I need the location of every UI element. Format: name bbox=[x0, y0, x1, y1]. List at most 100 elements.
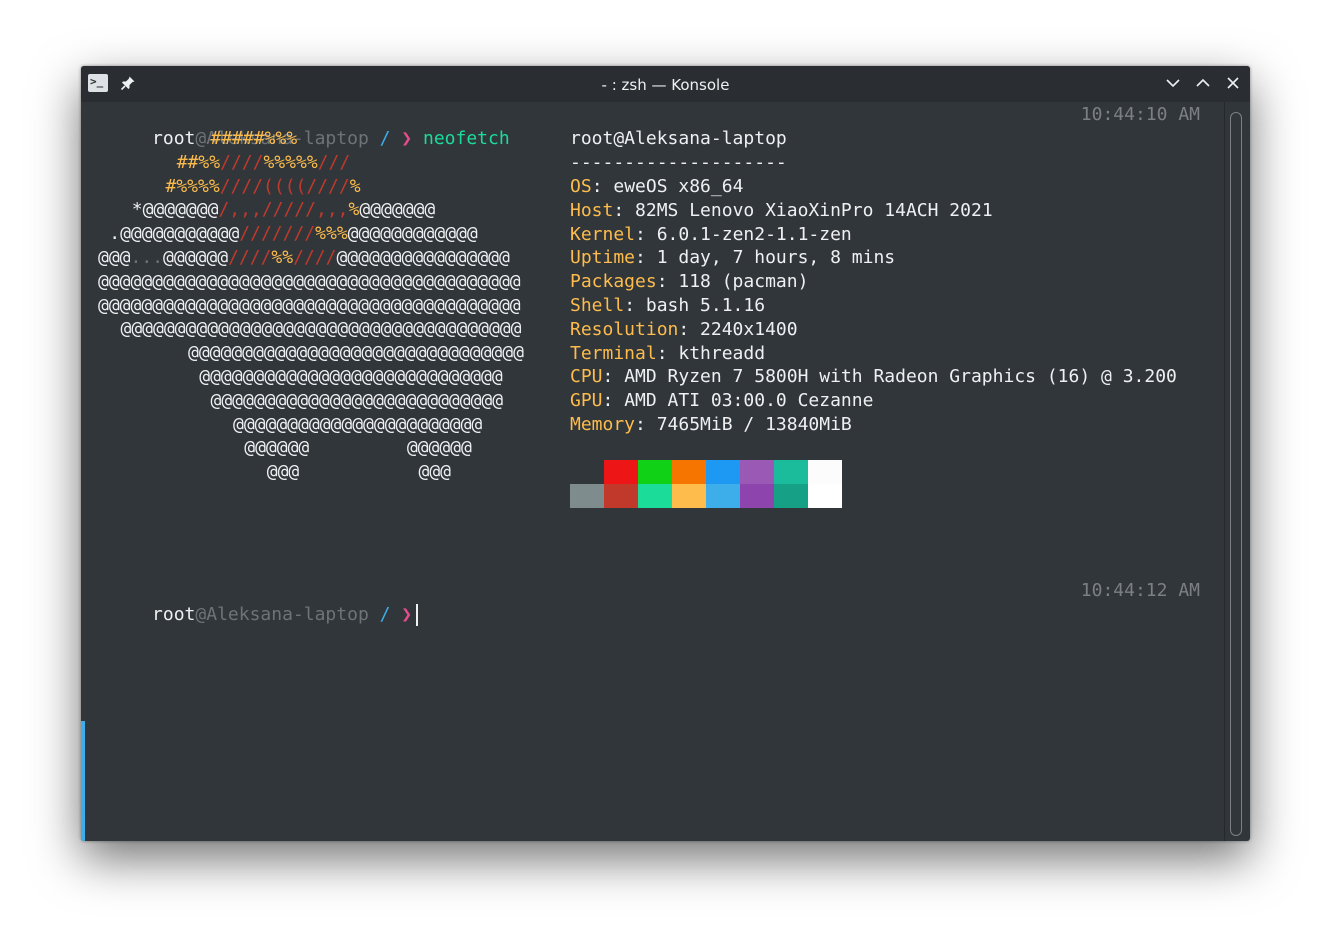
logo-line: @@@@@@@@@@@@@@@@@@@@@@@@@@@@@@@@@@@@@ bbox=[121, 317, 522, 341]
color-palette bbox=[570, 460, 842, 508]
pin-icon[interactable] bbox=[118, 73, 138, 93]
logo-segment: % bbox=[348, 199, 360, 221]
color-swatch bbox=[604, 460, 638, 484]
logo-segment: //// bbox=[228, 247, 272, 268]
info-user-host: root@Aleksana-laptop bbox=[570, 128, 787, 149]
prompt-host: @Aleksana-laptop bbox=[195, 604, 369, 625]
info-field-value: : 82MS Lenovo XiaoXinPro 14ACH 2021 bbox=[613, 199, 993, 221]
color-swatch bbox=[570, 484, 604, 508]
color-swatch bbox=[672, 484, 706, 508]
color-swatch bbox=[570, 460, 604, 484]
logo-segment: @@@ bbox=[418, 461, 451, 483]
logo-segment: @@@@@@ bbox=[244, 437, 310, 459]
info-field-label: Resolution bbox=[570, 318, 679, 340]
minimize-button[interactable] bbox=[1163, 73, 1183, 93]
info-field: GPU: AMD ATI 03:00.0 Cezanne bbox=[570, 389, 873, 413]
close-icon bbox=[1227, 77, 1239, 89]
info-field-label: Terminal bbox=[570, 342, 657, 364]
info-field-label: Memory bbox=[570, 414, 636, 435]
logo-line: #####%%% bbox=[211, 127, 298, 151]
info-field-value: : eweOS x86_64 bbox=[591, 176, 744, 197]
prompt-command: neofetch bbox=[422, 128, 510, 149]
info-field: Shell: bash 5.1.16 bbox=[570, 294, 765, 318]
info-separator: -------------------- bbox=[570, 152, 787, 173]
info-field-label: Uptime bbox=[570, 247, 636, 269]
logo-line: @@@ @@@ bbox=[267, 460, 451, 484]
palette-row-bright bbox=[570, 484, 842, 508]
info-field: Packages: 118 (pacman) bbox=[570, 270, 808, 294]
logo-line: @@@@@@@@@@@@@@@@@@@@@@@@@@@@ bbox=[199, 365, 502, 389]
logo-segment: @@@@@@@@@@@@@@@@@@@@@@@@@@@@@@@ bbox=[188, 342, 524, 364]
logo-segment: %% bbox=[271, 247, 294, 268]
prompt-timestamp: 10:44:10 AM bbox=[1080, 104, 1200, 125]
prompt-arrow: ❯ bbox=[401, 604, 413, 625]
title-bar[interactable]: - : zsh — Konsole >_ bbox=[81, 66, 1250, 102]
logo-segment bbox=[309, 437, 407, 458]
logo-segment: @@@ bbox=[98, 247, 131, 268]
prompt-arrow: ❯ bbox=[401, 128, 423, 149]
logo-segment: @@@@@@@@@@@@@@@@@@@@@@@ bbox=[233, 413, 483, 435]
info-field: Resolution: 2240x1400 bbox=[570, 318, 798, 342]
prompt-cwd: / bbox=[368, 604, 402, 625]
logo-line: @@@@@@@@@@@@@@@@@@@@@@@@@@@@@@@@@@@@@@@ bbox=[98, 294, 521, 318]
logo-segment: @@@@@@@@@@@@@@@@@@@@@@@@@@@ bbox=[210, 389, 504, 411]
logo-segment: @@@@@@ bbox=[163, 247, 229, 268]
color-swatch bbox=[638, 484, 672, 508]
color-swatch bbox=[638, 460, 672, 484]
logo-segment: @@@@@@@@@@@@@@@@@@@@@@@@@@@@ bbox=[199, 366, 503, 387]
logo-segment: /////// bbox=[239, 223, 316, 245]
maximize-button[interactable] bbox=[1193, 73, 1213, 93]
window-title: - : zsh — Konsole bbox=[601, 76, 730, 94]
logo-line: *@@@@@@@/,,,/////,,,%@@@@@@@ bbox=[132, 198, 435, 222]
logo-segment: ... bbox=[130, 247, 164, 268]
logo-segment: @@@ bbox=[266, 461, 300, 483]
info-field-value: : 6.0.1-zen2-1.1-zen bbox=[635, 223, 852, 245]
search-highlight-marker bbox=[81, 721, 85, 841]
logo-segment: @@@@@@@@@@@@@@@@@@@@@@@@@@@@@@@@@@@@@@@ bbox=[98, 294, 521, 316]
color-swatch bbox=[672, 460, 706, 484]
terminal-area[interactable]: root@Aleksana-laptop / ❯ neofetch 10:44:… bbox=[81, 102, 1224, 841]
logo-segment: /// bbox=[317, 151, 351, 173]
color-swatch bbox=[706, 460, 740, 484]
logo-line: #%%%%////((((////% bbox=[166, 175, 361, 199]
prompt-line: root@Aleksana-laptop / ❯ neofetch bbox=[87, 103, 510, 149]
info-field: OS: eweOS x86_64 bbox=[570, 175, 743, 199]
prompt-user: root bbox=[152, 128, 196, 149]
logo-segment: #####%%% bbox=[210, 128, 298, 149]
logo-segment: %%%%% bbox=[263, 151, 318, 173]
logo-line: @@@@@@@@@@@@@@@@@@@@@@@@@@@ bbox=[211, 389, 504, 413]
color-swatch bbox=[706, 484, 740, 508]
info-field-label: Host bbox=[570, 199, 614, 221]
info-field-value: : 118 (pacman) bbox=[656, 271, 809, 293]
color-swatch bbox=[740, 484, 774, 508]
color-swatch bbox=[774, 460, 808, 484]
terminal-prompt-icon: >_ bbox=[90, 75, 104, 88]
prompt-timestamp: 10:44:12 AM bbox=[1080, 580, 1200, 601]
logo-line: @@@@@@@@@@@@@@@@@@@@@@@@@@@@@@@@@@@@@@@ bbox=[98, 270, 521, 294]
info-field-value: : 1 day, 7 hours, 8 mins bbox=[635, 247, 896, 269]
info-field: Uptime: 1 day, 7 hours, 8 mins bbox=[570, 246, 895, 270]
logo-segment: @@@@@@@@@@@@@@@@@@@@@@@@@@@@@@@@@@@@@@@ bbox=[98, 270, 521, 292]
color-swatch bbox=[774, 484, 808, 508]
prompt-line-current: root@Aleksana-laptop / ❯ bbox=[87, 579, 419, 626]
close-button[interactable] bbox=[1223, 73, 1243, 93]
info-field: CPU: AMD Ryzen 7 5800H with Radeon Graph… bbox=[570, 365, 1177, 389]
konsole-window: - : zsh — Konsole >_ root@Aleksana-lapto… bbox=[81, 66, 1250, 841]
info-field: Terminal: kthreadd bbox=[570, 342, 765, 366]
color-swatch bbox=[808, 484, 842, 508]
info-field-label: GPU bbox=[570, 390, 603, 412]
text-cursor bbox=[416, 604, 419, 626]
chevron-down-icon bbox=[1166, 79, 1180, 88]
info-field-label: Packages bbox=[570, 271, 657, 293]
info-field-label: Kernel bbox=[570, 223, 636, 245]
konsole-app-icon[interactable]: >_ bbox=[88, 74, 108, 92]
logo-segment: .@@@@@@@@@@@ bbox=[109, 223, 240, 245]
logo-segment: //// bbox=[293, 247, 337, 268]
logo-segment: @@@@@@@ bbox=[359, 199, 436, 221]
info-field-label: CPU bbox=[570, 366, 603, 388]
logo-segment: @@@@@@@@@@@@@@@@@@@@@@@@@@@@@@@@@@@@@ bbox=[120, 318, 522, 340]
scrollbar[interactable] bbox=[1230, 112, 1242, 836]
logo-segment: //// bbox=[220, 151, 264, 173]
logo-segment: #%%%% bbox=[165, 175, 220, 197]
prompt-cwd: / bbox=[368, 128, 402, 149]
